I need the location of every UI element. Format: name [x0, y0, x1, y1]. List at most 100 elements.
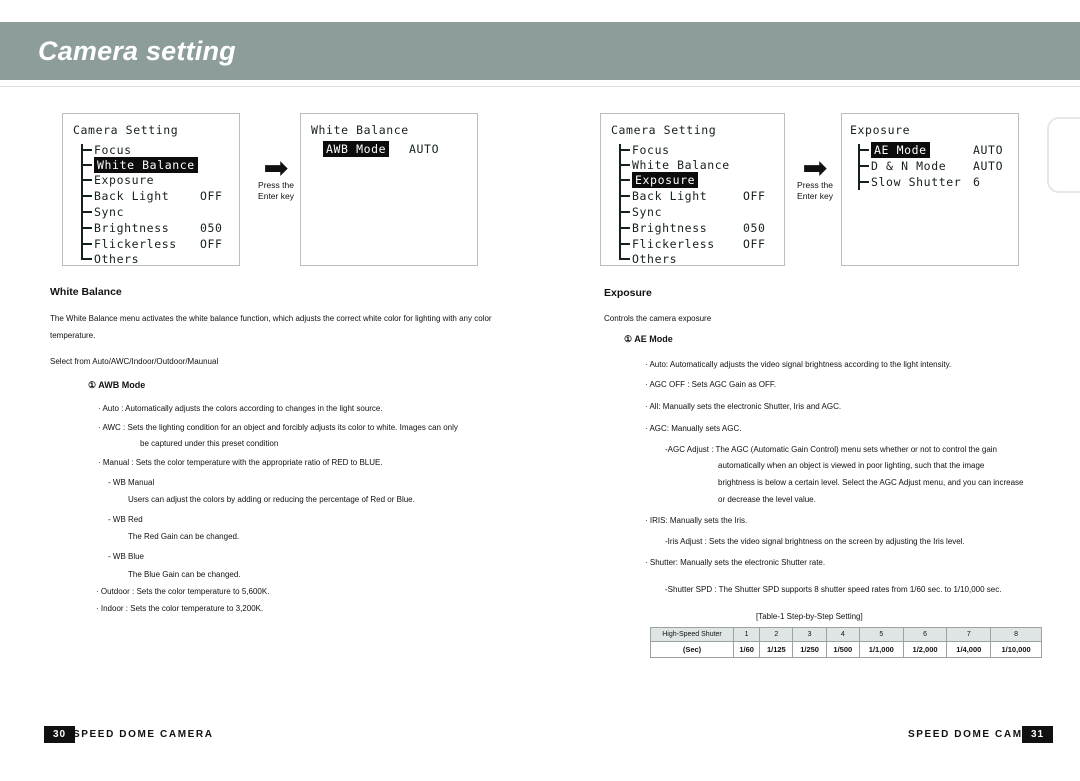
osd-item-back-light[interactable]: Back Light	[632, 189, 707, 203]
osd-item-label: AWB Mode	[323, 141, 390, 157]
right-section-heading: Exposure	[604, 287, 652, 299]
tree-branch	[619, 211, 630, 213]
osd-item-label: Sync	[94, 205, 125, 219]
osd-item-exposure[interactable]: Exposure	[632, 172, 699, 188]
osd-item-label: Brightness	[632, 221, 708, 235]
osd-item-label: AE Mode	[871, 142, 930, 158]
right-bullet-1: · AGC OFF : Sets AGC Gain as OFF.	[645, 380, 777, 389]
osd-item-label: D & N Mode	[871, 159, 947, 173]
osd-item-sync[interactable]: Sync	[94, 205, 124, 219]
tree-branch	[81, 164, 92, 166]
left-bullet-1: · AWC : Sets the lighting condition for …	[98, 423, 458, 432]
osd-item-flickerless[interactable]: Flickerless	[94, 237, 177, 251]
tree-trunk	[858, 144, 860, 190]
table-cell-seconds: 1/2,000	[902, 641, 948, 658]
osd-item-label: Back Light	[94, 189, 170, 203]
table-cell-seconds: 1/4,000	[946, 641, 992, 658]
table-cell-step: 7	[946, 627, 992, 642]
tree-branch	[81, 149, 92, 151]
circled-one-icon: ①	[624, 334, 633, 344]
left-bullet-6: - WB Red	[108, 515, 143, 524]
table-cell-step: 5	[858, 627, 904, 642]
right-bullet-6: brightness is below a certain level. Sel…	[718, 478, 1024, 487]
left-bullet-0: · Auto : Automatically adjusts the color…	[98, 404, 383, 413]
left-bullet-4: - WB Manual	[108, 478, 155, 487]
right-bullet-10: · Shutter: Manually sets the electronic …	[645, 558, 826, 567]
left-bullet-8: - WB Blue	[108, 552, 145, 561]
osd-item-white-balance[interactable]: White Balance	[94, 157, 198, 173]
osd-item-label: Focus	[94, 143, 132, 157]
table-cell-step: 8	[990, 627, 1042, 642]
osd-item-label: Focus	[632, 143, 670, 157]
footer-page-number-left: 30	[44, 726, 76, 743]
table-cell-seconds: 1/250	[792, 641, 827, 658]
osd-item-brightness[interactable]: Brightness	[94, 221, 169, 235]
osd-item-ae-mode[interactable]: AE Mode	[871, 142, 930, 158]
tree-branch	[81, 227, 92, 229]
osd-item-back-light[interactable]: Back Light	[94, 189, 169, 203]
osd-item-others[interactable]: Others	[632, 252, 677, 266]
osd-panel-camera-setting-exposure: Camera Setting Focus White Balance Expos…	[600, 113, 785, 266]
decorative-rounded-shape	[1047, 117, 1080, 193]
table-cell-seconds: 1/1,000	[858, 641, 904, 658]
right-bullet-9: -Iris Adjust : Sets the video signal bri…	[665, 537, 965, 546]
osd-item-label: Others	[632, 252, 678, 266]
osd-item-white-balance[interactable]: White Balance	[632, 158, 730, 172]
osd-item-dn-mode[interactable]: D & N Mode	[871, 159, 946, 173]
left-bullet-10: · Outdoor : Sets the color temperature t…	[96, 587, 270, 596]
right-bullet-11: -Shutter SPD : The Shutter SPD supports …	[665, 585, 1002, 594]
table-cell-seconds: 1/125	[759, 641, 794, 658]
table-cell-seconds: 1/500	[825, 641, 860, 658]
right-bullet-3: · AGC: Manually sets AGC.	[645, 424, 742, 433]
osd-item-others[interactable]: Others	[94, 252, 139, 266]
osd-item-value-brightness: 050	[743, 221, 766, 235]
right-bullet-5: automatically when an object is viewed i…	[718, 461, 985, 470]
tree-branch	[81, 195, 92, 197]
right-bullet-8: · IRIS: Manually sets the Iris.	[645, 516, 748, 525]
osd-panel-white-balance: White Balance AWB Mode AUTO	[300, 113, 478, 266]
osd-item-sync[interactable]: Sync	[632, 205, 662, 219]
tree-branch	[858, 165, 869, 167]
osd-item-value-slow-shutter: 6	[973, 175, 981, 189]
osd-title: Camera Setting	[73, 123, 179, 137]
osd-item-value-back-light: OFF	[200, 189, 223, 203]
tree-branch	[619, 258, 630, 260]
left-intro-line-2: temperature.	[50, 331, 96, 340]
circled-one-icon: ①	[88, 380, 97, 390]
tree-trunk	[619, 144, 621, 258]
right-intro-line-1: Controls the camera exposure	[604, 314, 712, 323]
tree-branch	[81, 243, 92, 245]
tree-branch	[81, 179, 92, 181]
table-cell-seconds: 1/10,000	[990, 641, 1042, 658]
osd-item-focus[interactable]: Focus	[94, 143, 132, 157]
osd-item-label: Flickerless	[94, 237, 177, 251]
osd-item-value-dn-mode: AUTO	[973, 159, 1004, 173]
osd-item-label: Brightness	[94, 221, 170, 235]
right-sub-heading: AE Mode	[634, 334, 673, 344]
osd-item-label: Slow Shutter	[871, 175, 962, 189]
osd-item-awb-mode[interactable]: AWB Mode	[323, 141, 390, 157]
tree-branch	[81, 258, 92, 260]
osd-item-exposure[interactable]: Exposure	[94, 173, 154, 187]
shutter-speed-table: High-Speed Shuter 1 2 3 4 5 6 7 8 (Sec) …	[650, 627, 1042, 658]
header-divider	[0, 86, 1080, 87]
tree-branch	[619, 164, 630, 166]
right-sub-heading-row: ① AE Mode	[624, 334, 673, 345]
osd-item-value-flickerless: OFF	[743, 237, 766, 251]
osd-item-flickerless[interactable]: Flickerless	[632, 237, 715, 251]
tree-branch	[619, 149, 630, 151]
osd-item-brightness[interactable]: Brightness	[632, 221, 707, 235]
table-row: (Sec) 1/60 1/125 1/250 1/500 1/1,000 1/2…	[650, 641, 1042, 658]
right-bullet-4: -AGC Adjust : The AGC (Automatic Gain Co…	[665, 445, 998, 454]
osd-item-slow-shutter[interactable]: Slow Shutter	[871, 175, 961, 189]
osd-item-label: Exposure	[94, 173, 155, 187]
left-bullet-3: · Manual : Sets the color temperature wi…	[98, 458, 383, 467]
enter-key-arrow-right: ➡ Press the Enter key	[782, 154, 848, 202]
osd-item-value-brightness: 050	[200, 221, 223, 235]
right-bullet-0: · Auto: Automatically adjusts the video …	[645, 360, 952, 369]
table-cell-step: 3	[792, 627, 827, 642]
tree-trunk	[81, 144, 83, 258]
left-sub-heading-row: ① AWB Mode	[88, 380, 145, 391]
osd-item-focus[interactable]: Focus	[632, 143, 670, 157]
osd-panel-camera-setting-white-balance: Camera Setting Focus White Balance Expos…	[62, 113, 240, 266]
